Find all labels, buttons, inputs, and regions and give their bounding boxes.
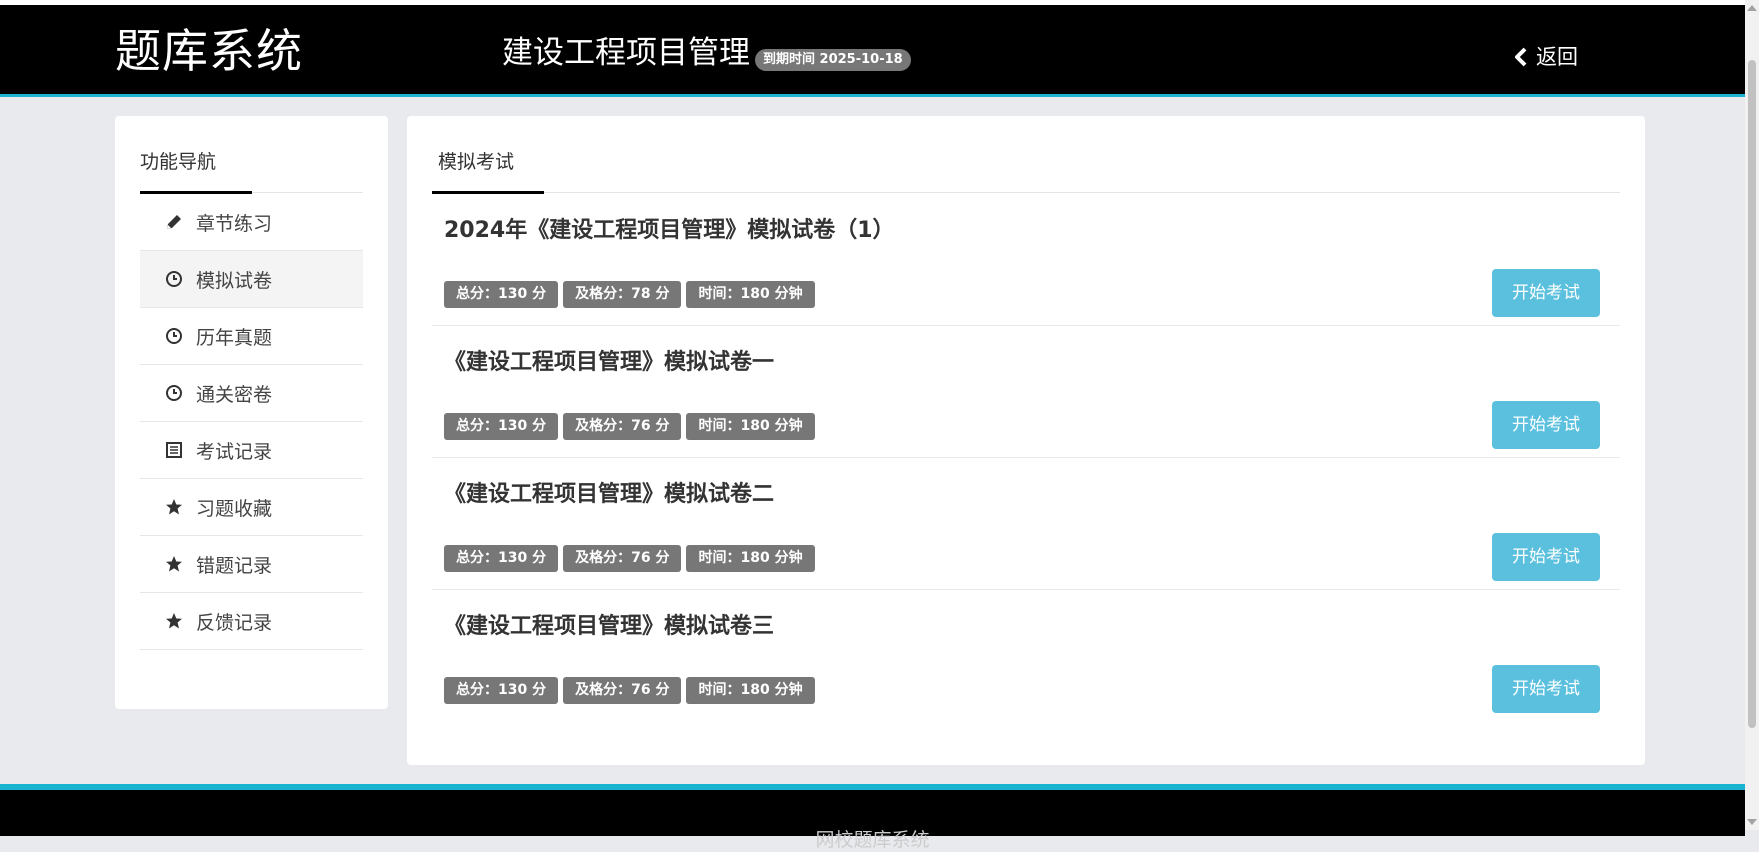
total-score-badge: 总分：130 分	[444, 545, 559, 572]
subject-title: 建设工程项目管理	[502, 35, 750, 71]
sidebar-item-past-exams[interactable]: 历年真题	[140, 308, 363, 365]
start-exam-button[interactable]: 开始考试	[1492, 269, 1600, 317]
expire-badge: 到期时间 2025-10-18	[755, 49, 911, 71]
clock-icon	[164, 269, 184, 289]
chevron-left-icon	[1515, 47, 1527, 67]
exam-title: 《建设工程项目管理》模拟试卷一	[444, 350, 775, 375]
list-icon	[164, 440, 184, 460]
pass-score-badge: 及格分：76 分	[563, 545, 682, 572]
sidebar-item-label: 通关密卷	[196, 383, 273, 406]
back-label: 返回	[1536, 45, 1578, 69]
sidebar-item-label: 习题收藏	[196, 497, 273, 520]
divider	[252, 192, 363, 193]
brand-title: 题库系统	[115, 24, 303, 78]
duration-badge: 时间：180 分钟	[686, 545, 815, 572]
pass-score-badge: 及格分：76 分	[563, 677, 682, 704]
total-score-badge: 总分：130 分	[444, 413, 559, 440]
sidebar-item-label: 模拟试卷	[196, 269, 273, 292]
scroll-down-arrow-icon[interactable]	[1747, 819, 1757, 825]
divider	[544, 192, 1620, 193]
exam-item: 2024年《建设工程项目管理》模拟试卷（1） 总分：130 分 及格分：78 分…	[432, 194, 1620, 326]
start-exam-button[interactable]: 开始考试	[1492, 533, 1600, 581]
duration-badge: 时间：180 分钟	[686, 281, 815, 308]
scroll-thumb[interactable]	[1748, 60, 1756, 728]
pencil-icon	[164, 212, 184, 232]
vertical-scrollbar[interactable]	[1745, 0, 1759, 830]
sidebar-item-label: 章节练习	[196, 212, 273, 235]
star-icon	[164, 611, 184, 631]
exam-badges: 总分：130 分 及格分：76 分 时间：180 分钟	[444, 545, 820, 572]
exam-title: 《建设工程项目管理》模拟试卷二	[444, 482, 775, 507]
exam-badges: 总分：130 分 及格分：78 分 时间：180 分钟	[444, 281, 820, 308]
total-score-badge: 总分：130 分	[444, 677, 559, 704]
sidebar-item-mock-papers[interactable]: 模拟试卷	[140, 251, 363, 308]
footer-text: 网校题库系统	[815, 829, 930, 851]
top-header: 题库系统 建设工程项目管理 到期时间 2025-10-18 返回	[0, 5, 1745, 97]
sidebar-item-favorites[interactable]: 习题收藏	[140, 479, 363, 536]
clock-icon	[164, 383, 184, 403]
sidebar-item-exam-records[interactable]: 考试记录	[140, 422, 363, 479]
exam-list: 2024年《建设工程项目管理》模拟试卷（1） 总分：130 分 及格分：78 分…	[432, 194, 1620, 721]
exam-title: 2024年《建设工程项目管理》模拟试卷（1）	[444, 218, 895, 243]
star-icon	[164, 554, 184, 574]
footer: 网校题库系统	[0, 784, 1745, 851]
sidebar-item-chapter-practice[interactable]: 章节练习	[140, 194, 363, 251]
start-exam-button[interactable]: 开始考试	[1492, 665, 1600, 713]
sidebar-item-wrong-answers[interactable]: 错题记录	[140, 536, 363, 593]
star-icon	[164, 497, 184, 517]
sidebar: 功能导航 章节练习 模拟试卷 历年真题 通关密卷 考试记录 习题收藏 错题记录 …	[115, 116, 388, 709]
exam-badges: 总分：130 分 及格分：76 分 时间：180 分钟	[444, 677, 820, 704]
pass-score-badge: 及格分：78 分	[563, 281, 682, 308]
sidebar-item-label: 错题记录	[196, 554, 273, 577]
sidebar-item-secret-papers[interactable]: 通关密卷	[140, 365, 363, 422]
tab-mock-exam[interactable]: 模拟考试	[438, 150, 514, 174]
duration-badge: 时间：180 分钟	[686, 413, 815, 440]
exam-item: 《建设工程项目管理》模拟试卷三 总分：130 分 及格分：76 分 时间：180…	[432, 590, 1620, 721]
main-panel: 模拟考试 2024年《建设工程项目管理》模拟试卷（1） 总分：130 分 及格分…	[407, 116, 1645, 765]
sidebar-item-label: 考试记录	[196, 440, 273, 463]
exam-badges: 总分：130 分 及格分：76 分 时间：180 分钟	[444, 413, 820, 440]
start-exam-button[interactable]: 开始考试	[1492, 401, 1600, 449]
sidebar-item-label: 历年真题	[196, 326, 273, 349]
sidebar-title: 功能导航	[140, 151, 217, 173]
sidebar-item-feedback[interactable]: 反馈记录	[140, 593, 363, 650]
clock-icon	[164, 326, 184, 346]
exam-item: 《建设工程项目管理》模拟试卷二 总分：130 分 及格分：76 分 时间：180…	[432, 458, 1620, 590]
total-score-badge: 总分：130 分	[444, 281, 559, 308]
sidebar-item-label: 反馈记录	[196, 611, 273, 634]
scroll-up-arrow-icon[interactable]	[1747, 5, 1757, 11]
back-link[interactable]: 返回	[1512, 43, 1578, 71]
exam-item: 《建设工程项目管理》模拟试卷一 总分：130 分 及格分：76 分 时间：180…	[432, 326, 1620, 458]
sidebar-nav: 章节练习 模拟试卷 历年真题 通关密卷 考试记录 习题收藏 错题记录 反馈记录	[140, 194, 363, 650]
duration-badge: 时间：180 分钟	[686, 677, 815, 704]
exam-title: 《建设工程项目管理》模拟试卷三	[444, 614, 775, 639]
pass-score-badge: 及格分：76 分	[563, 413, 682, 440]
